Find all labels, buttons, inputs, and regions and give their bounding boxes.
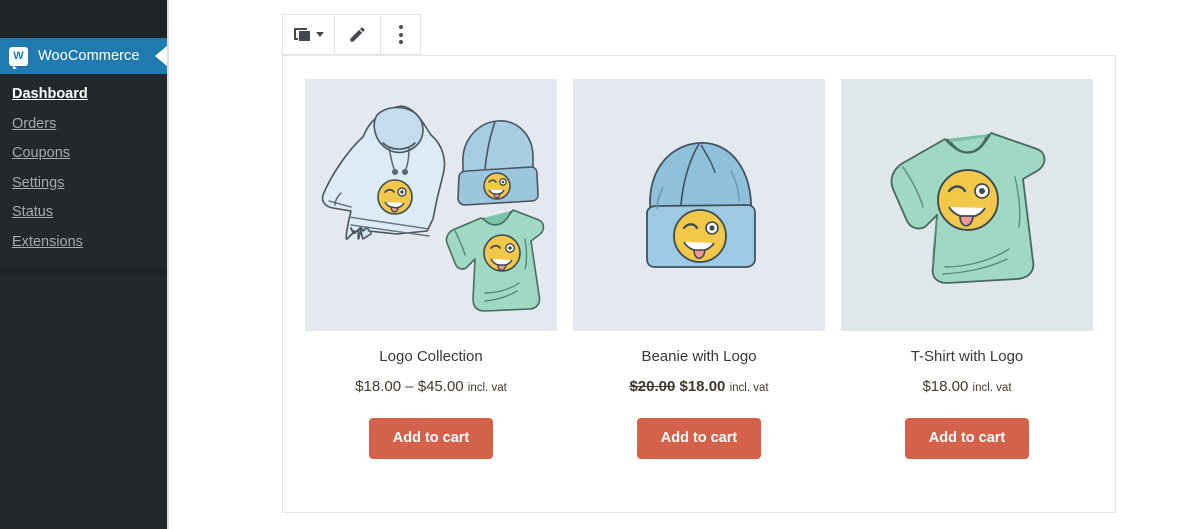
sidebar-item-status[interactable]: Status [0,198,167,228]
app-root: W WooCommerce Dashboard Orders Coupons S… [0,0,1199,529]
sidebar-brand-label: WooCommerce [38,48,140,64]
sidebar-ghost-item[interactable] [0,428,167,464]
product-title: T-Shirt with Logo [910,348,1024,365]
price-current: $18.00 [679,378,726,395]
chevron-down-icon [315,32,324,37]
product-grid: Logo Collection $18.00 – $45.00 incl. va… [305,79,1095,459]
sidebar-divider [0,266,167,276]
price-suffix: incl. vat [972,382,1012,394]
product-price: $18.00 – $45.00 incl. vat [355,378,507,396]
sidebar: W WooCommerce Dashboard Orders Coupons S… [0,0,167,529]
price-suffix: incl. vat [467,382,507,394]
pencil-icon [350,27,365,42]
sidebar-ghost-item[interactable] [0,464,167,500]
product-title: Beanie with Logo [641,348,757,365]
price-suffix: incl. vat [729,382,769,394]
products-block-button[interactable] [283,15,335,54]
add-to-cart-button[interactable]: Add to cart [636,418,762,459]
add-to-cart-button[interactable]: Add to cart [904,418,1030,459]
woocommerce-logo-icon: W [9,46,28,69]
beanie-with-logo-image[interactable] [573,79,825,331]
products-stack-icon [293,27,311,42]
logo-collection-image[interactable] [305,79,557,331]
price-current: $18.00 – $45.00 [355,378,464,395]
more-options-button[interactable] [381,15,420,54]
more-vertical-icon [398,25,403,44]
product-card[interactable]: Beanie with Logo $20.00 $18.00 incl. vat… [573,79,825,459]
sidebar-ghost-item[interactable] [0,392,167,428]
t-shirt-with-logo-image[interactable] [841,79,1093,331]
sidebar-active-notch-icon [154,38,167,74]
sidebar-brand-woocommerce[interactable]: W WooCommerce [0,38,167,74]
sidebar-secondary-menu [0,284,167,500]
sidebar-ghost-item[interactable] [0,356,167,392]
sidebar-edge-divider [167,0,169,529]
product-price: $20.00 $18.00 incl. vat [629,378,768,396]
price-current: $18.00 [922,378,969,395]
sidebar-item-coupons[interactable]: Coupons [0,139,167,169]
emoji-icon [673,209,727,263]
emoji-icon [483,234,521,272]
emoji-icon [483,172,511,200]
product-card[interactable]: Logo Collection $18.00 – $45.00 incl. va… [305,79,557,459]
emoji-icon [937,169,999,231]
product-card[interactable]: T-Shirt with Logo $18.00 incl. vat Add t… [841,79,1093,459]
sidebar-item-settings[interactable]: Settings [0,169,167,199]
emoji-icon [377,179,413,215]
products-block-panel: Logo Collection $18.00 – $45.00 incl. va… [282,55,1116,513]
edit-button[interactable] [335,15,381,54]
sidebar-ghost-item[interactable] [0,284,167,320]
product-title: Logo Collection [379,348,483,365]
sidebar-ghost-item[interactable] [0,320,167,356]
add-to-cart-button[interactable]: Add to cart [368,418,494,459]
sidebar-item-orders[interactable]: Orders [0,110,167,140]
price-original: $20.00 [629,378,676,395]
sidebar-top-strip [0,0,167,38]
sidebar-menu: Dashboard Orders Coupons Settings Status… [0,80,167,257]
block-toolbar [282,14,421,55]
product-price: $18.00 incl. vat [922,378,1011,396]
sidebar-item-dashboard[interactable]: Dashboard [0,80,167,110]
sidebar-item-extensions[interactable]: Extensions [0,228,167,258]
